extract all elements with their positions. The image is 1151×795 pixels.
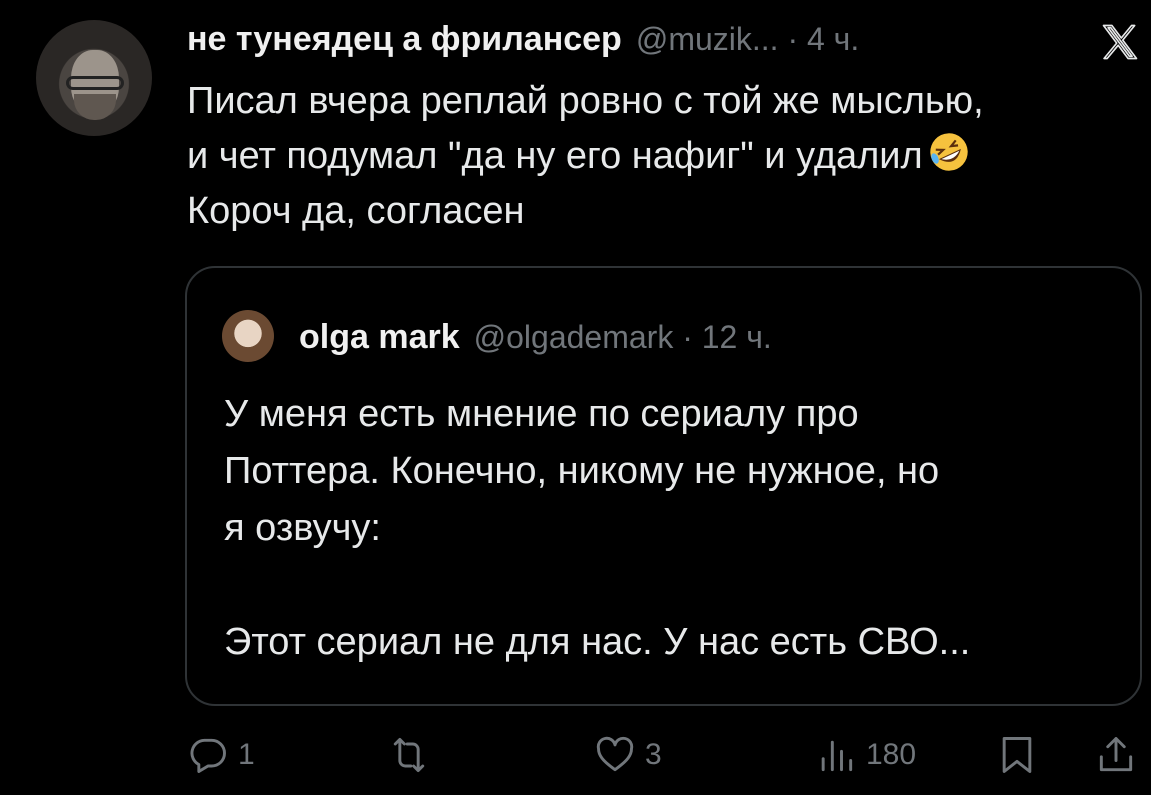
views-icon [821,740,853,772]
avatar-glasses [66,76,124,90]
share-button[interactable] [1094,733,1138,777]
retweet-button[interactable] [387,733,439,777]
avatar-beard [74,94,116,120]
x-logo-icon[interactable] [1098,20,1142,64]
reply-icon [190,738,226,773]
like-button[interactable]: 3 [593,733,662,777]
quote-text: У меня есть мнение по сериалу про Поттер… [224,386,1124,671]
tweet-line: Писал вчера реплай ровно с той же мыслью… [187,80,984,122]
reply-button[interactable]: 1 [186,733,255,777]
bookmark-button[interactable] [995,733,1039,777]
author-name[interactable]: не тунеядец а фрилансер [187,20,622,59]
quote-author-meta[interactable]: @olgademark · 12 ч. [474,319,772,356]
quote-line: Поттера. Конечно, никому не нужное, но [224,450,940,492]
quote-author-avatar[interactable] [222,310,274,362]
quote-author-name[interactable]: olga mark [299,318,460,357]
quote-line: У меня есть мнение по сериалу про [224,393,859,435]
quoted-tweet[interactable]: olga mark @olgademark · 12 ч. У меня ест… [185,266,1142,706]
bookmark-icon [1002,737,1032,773]
tweet-line: Короч да, согласен [187,190,525,232]
quote-line: я озвучу: [224,507,381,549]
author-avatar[interactable] [36,20,152,136]
author-meta[interactable]: @muzik... · 4 ч. [636,21,859,58]
quote-line-gap [224,557,1124,614]
views-count: 180 [866,738,917,771]
like-count: 3 [645,738,662,771]
tweet-line: и чет подумал "да ну его нафиг" и удалил [187,135,923,177]
tweet-line-with-emoji: и чет подумал "да ну его нафиг" и удалил [187,129,1137,184]
retweet-icon [393,737,425,773]
action-bar: 1 3 180 [0,725,1151,795]
quote-line: Этот сериал не для нас. У нас есть СВО..… [224,621,971,663]
tweet-header: не тунеядец а фрилансер @muzik... · 4 ч. [187,16,859,62]
quote-header: olga mark @olgademark · 12 ч. [299,314,772,360]
rolling-on-floor-laughing-icon [930,133,968,171]
views-button[interactable]: 180 [814,733,916,777]
reply-count: 1 [238,738,255,771]
tweet-text: Писал вчера реплай ровно с той же мыслью… [187,74,1137,239]
like-icon [596,736,634,772]
share-icon [1099,737,1133,772]
